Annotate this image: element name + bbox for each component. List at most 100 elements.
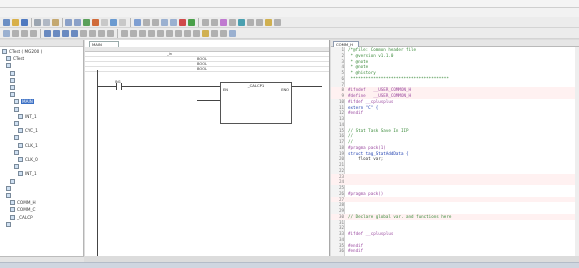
toolbar-icon[interactable] [256,19,263,26]
tree-item[interactable] [14,149,21,156]
run-icon[interactable] [188,19,195,26]
toolbar-icon[interactable] [143,19,150,26]
tree-item-label: COMM_C [17,207,36,213]
code-line[interactable]: 36 #endif [331,248,579,254]
toolbar-separator [62,18,63,27]
toolbar-icon[interactable] [247,19,254,26]
contact-no-icon[interactable] [44,30,51,37]
toolbar-icon[interactable] [157,30,164,37]
toolbar-icon[interactable] [134,19,141,26]
tree-item[interactable] [6,221,13,228]
toolbar-icon[interactable] [202,19,209,26]
code-scrollbar[interactable] [575,47,579,256]
new-icon[interactable] [3,19,10,26]
download-icon[interactable] [92,19,99,26]
tree-item-label: CLK_0 [25,157,38,162]
ladder-diagram[interactable]: IN1 _CALCP1 EN ENO [85,70,329,256]
tree-item[interactable]: _CALCP [10,214,33,221]
folder-icon [18,113,23,119]
tree-item[interactable]: CTest ( MG200 ) [2,48,42,55]
monitor-icon[interactable] [220,19,227,26]
code-editor: COMM_H 1/*@file: Common header file 2 * @… [331,40,579,256]
line-number: 36 [338,248,344,254]
copy-icon[interactable] [43,19,50,26]
project-tree-header [0,40,83,47]
tree-item[interactable]: CTest [6,55,24,62]
toolbar-icon[interactable] [121,30,128,37]
paste-icon[interactable] [52,19,59,26]
toolbar-icon[interactable] [107,30,114,37]
toolbar-icon[interactable] [220,30,227,37]
toolbar-icon[interactable] [110,19,117,26]
tree-item[interactable]: CYC_1 [18,127,38,134]
toolbar-icon[interactable] [130,30,137,37]
toolbar-icon[interactable] [80,30,87,37]
menu-bar [0,8,579,17]
toolbar-icon[interactable] [148,30,155,37]
tree-item[interactable] [10,178,17,185]
tree-item[interactable]: COMM_C [10,206,35,213]
tree-item[interactable] [14,163,21,170]
redo-icon[interactable] [74,19,81,26]
folder-icon [10,92,15,98]
toolbar-icon[interactable] [98,30,105,37]
toolbar-icon[interactable] [30,30,37,37]
tree-item[interactable] [14,134,21,141]
toolbar-icon[interactable] [211,30,218,37]
tree-item-label: _CALCP [17,214,33,220]
wire [122,86,220,87]
toolbar-icon[interactable] [229,30,236,37]
tree-item[interactable] [10,77,17,84]
tree-item-label: CTest ( MG200 ) [9,49,43,54]
tree-item[interactable]: MAIN [14,98,34,105]
tree-item[interactable] [6,192,13,199]
coil-icon[interactable] [62,30,69,37]
tree-item[interactable] [6,185,13,192]
save-icon[interactable] [21,19,28,26]
tree-item[interactable] [10,70,17,77]
toolbar-icon[interactable] [89,30,96,37]
toolbar-separator [31,18,32,27]
toolbar-icon[interactable] [211,19,218,26]
contact-left[interactable] [116,83,118,90]
tree-item[interactable] [14,120,21,127]
toolbar-icon[interactable] [161,19,168,26]
tree-item[interactable] [10,91,17,98]
toolbar-icon[interactable] [101,19,108,26]
contact-nc-icon[interactable] [53,30,60,37]
tree-item[interactable]: CLK_0 [18,156,38,163]
compile-icon[interactable] [83,19,90,26]
toolbar-icon[interactable] [3,30,10,37]
tree-item[interactable]: INT_1 [18,113,37,120]
tree-item[interactable]: COMM_H [10,199,36,206]
tree-item[interactable] [10,84,17,91]
toolbar-icon[interactable] [238,19,245,26]
toolbar-icon[interactable] [119,19,126,26]
toolbar-icon[interactable] [193,30,200,37]
tree-item[interactable]: INT_1 [18,170,37,177]
ld-editor: MAIN _in BOOL BOOL BOOL IN1 _CALCP1 EN ENO [85,40,330,256]
tree-item[interactable] [14,106,21,113]
undo-icon[interactable] [65,19,72,26]
function-block[interactable]: _CALCP1 EN ENO [220,82,292,124]
tree-item[interactable]: CLK_1 [18,142,38,149]
toolbar-icon[interactable] [274,19,281,26]
toolbar-icon[interactable] [152,19,159,26]
cut-icon[interactable] [34,19,41,26]
toolbar-icon[interactable] [166,30,173,37]
tree-item[interactable] [6,62,13,69]
tree-item-label: CTest [13,56,25,62]
wire [292,86,322,87]
toolbar-icon[interactable] [12,30,19,37]
open-icon[interactable] [12,19,19,26]
toolbar-icon[interactable] [170,19,177,26]
toolbar-icon[interactable] [184,30,191,37]
toolbar-icon[interactable] [21,30,28,37]
function-block-icon[interactable] [71,30,78,37]
stop-icon[interactable] [179,19,186,26]
toolbar-icon[interactable] [175,30,182,37]
toolbar-icon[interactable] [265,19,272,26]
toolbar-icon[interactable] [202,30,209,37]
toolbar-icon[interactable] [139,30,146,37]
toolbar-icon[interactable] [229,19,236,26]
